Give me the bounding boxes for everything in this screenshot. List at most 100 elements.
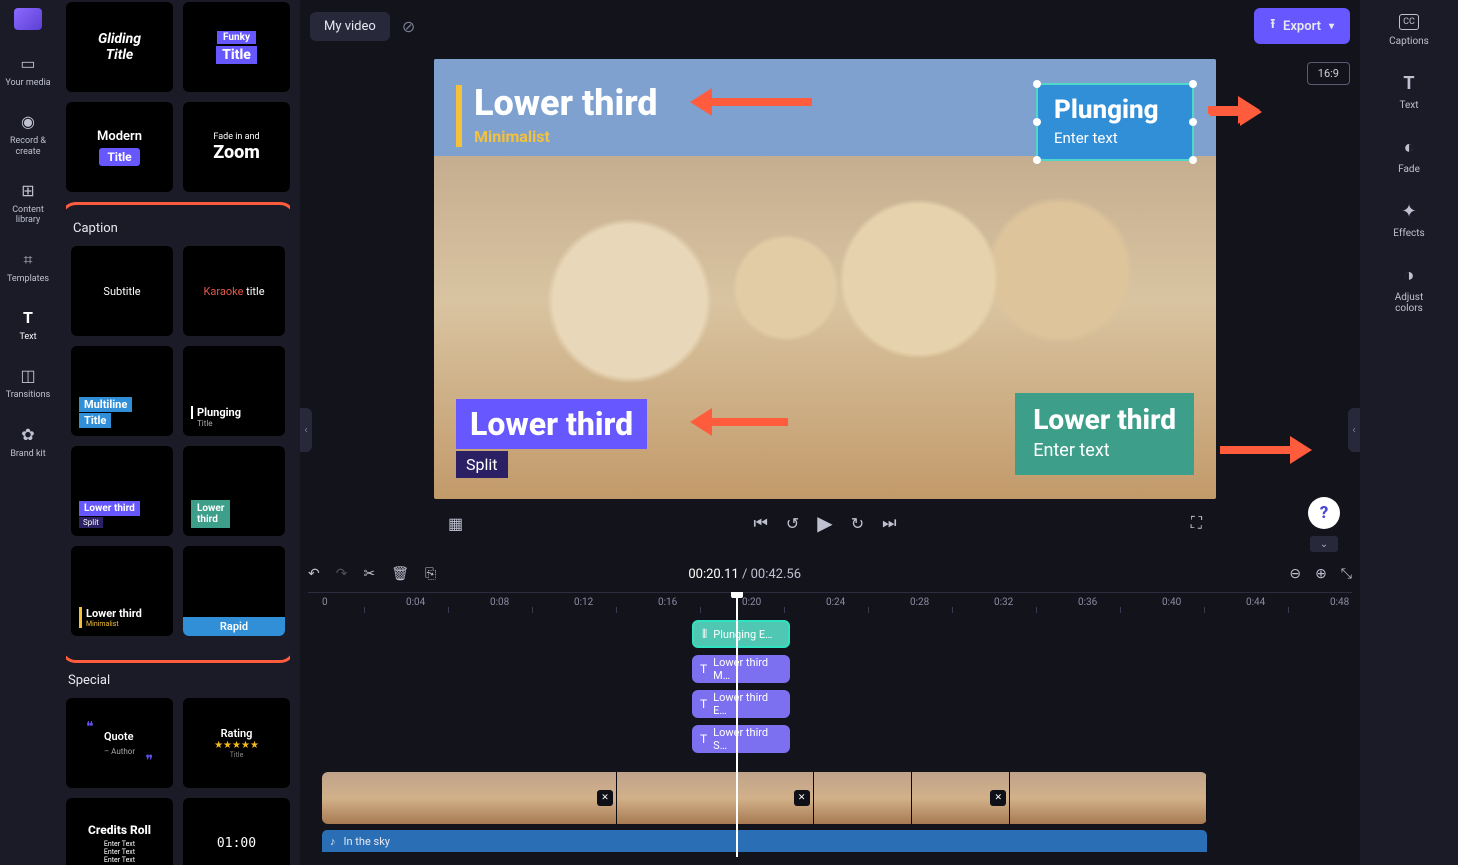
clip-label: Lower third S… bbox=[713, 726, 782, 752]
fit-timeline-icon[interactable]: ⤡ bbox=[1341, 566, 1352, 582]
rail-brand-kit[interactable]: ✿Brand kit bbox=[8, 421, 47, 463]
redo-icon[interactable]: ↷ bbox=[336, 566, 348, 582]
playhead[interactable] bbox=[736, 592, 738, 857]
timeline-clip-clip-lt-m[interactable]: TLower third M… bbox=[692, 655, 790, 683]
rrail-label: Fade bbox=[1398, 164, 1420, 175]
clip-label: Lower third E… bbox=[713, 691, 782, 717]
cut-marker-icon: ✕ bbox=[990, 790, 1006, 806]
forward-5-icon[interactable]: ↻ bbox=[851, 514, 864, 533]
skip-start-icon[interactable]: ⏮ bbox=[753, 513, 767, 533]
audio-track[interactable]: ♪ In the sky bbox=[322, 830, 1207, 852]
annotation-arrow bbox=[1220, 436, 1312, 464]
audio-clip-label: In the sky bbox=[344, 835, 390, 848]
duplicate-icon[interactable]: ⎘ bbox=[425, 566, 436, 582]
timeline-toolbar: ↶ ↷ ✂ 🗑 ⎘ 00:20.11 / 00:42.56 ⊖ ⊕ ⤡ bbox=[308, 556, 1352, 592]
overlay-lower-third-green[interactable]: Lower third Enter text bbox=[1015, 393, 1194, 475]
timeline-ruler[interactable]: 00:040:080:120:160:200:240:280:320:360:4… bbox=[308, 592, 1352, 614]
overlay-plunging-selected[interactable]: Plunging Enter text bbox=[1036, 83, 1194, 161]
collapse-preview-icon[interactable]: ⌄ bbox=[1310, 536, 1338, 552]
effects-icon: ✦ bbox=[1401, 201, 1416, 222]
app-logo-icon bbox=[14, 8, 42, 30]
collapse-panel-right-icon[interactable]: ‹ bbox=[1348, 408, 1360, 452]
tpl-credits[interactable]: Credits RollEnter TextEnter TextEnter Te… bbox=[66, 798, 173, 865]
skip-end-icon[interactable]: ⏭ bbox=[882, 513, 896, 533]
clip-label: Lower third M… bbox=[713, 656, 782, 682]
rrail-fade[interactable]: ◐ Fade bbox=[1398, 137, 1420, 175]
overlay-lower-third-split-sub[interactable]: Split bbox=[456, 451, 508, 478]
timeline[interactable]: 00:040:080:120:160:200:240:280:320:360:4… bbox=[308, 592, 1352, 857]
help-button[interactable]: ? bbox=[1308, 497, 1340, 529]
ruler-label: 0:36 bbox=[1078, 597, 1097, 608]
rrail-label: Text bbox=[1399, 100, 1418, 111]
tpl-lower-green[interactable]: Lowerthird bbox=[183, 446, 285, 536]
cloud-off-icon: ⊘ bbox=[402, 17, 415, 36]
overlay-lower-third-split-title[interactable]: Lower third bbox=[456, 399, 647, 449]
ruler-label: 0:04 bbox=[406, 597, 425, 608]
annotation-arrow bbox=[1208, 96, 1260, 124]
tpl-lower-split[interactable]: Lower thirdSplit bbox=[71, 446, 173, 536]
rail-transitions[interactable]: ◫Transitions bbox=[4, 362, 53, 404]
rail-your-media[interactable]: ▭Your media bbox=[3, 50, 52, 92]
zoom-out-icon[interactable]: ⊖ bbox=[1289, 566, 1301, 582]
templates-icon: ⌗ bbox=[18, 250, 38, 270]
timeline-clip-clip-plunging[interactable]: ⦀Plunging E… bbox=[692, 620, 790, 648]
upload-icon: ⭱ bbox=[1270, 15, 1275, 37]
tpl-subtitle[interactable]: Subtitle bbox=[71, 246, 173, 336]
overlay-lower-third-minimalist[interactable]: Lower thirdMinimalist bbox=[456, 85, 658, 147]
aspect-ratio-selector[interactable]: 16:9 bbox=[1307, 62, 1350, 85]
rail-label: Transitions bbox=[6, 390, 51, 400]
ruler-label: 0:08 bbox=[490, 597, 509, 608]
tpl-plunging[interactable]: PlungingTitle bbox=[183, 346, 285, 436]
tpl-multiline[interactable]: MultilineTitle bbox=[71, 346, 173, 436]
fade-icon: ◐ bbox=[1404, 137, 1415, 158]
rail-content-library[interactable]: ⊞Content library bbox=[10, 177, 46, 230]
play-icon[interactable]: ▶ bbox=[817, 511, 832, 535]
ruler-label: 0:20 bbox=[742, 597, 761, 608]
cut-marker-icon: ✕ bbox=[597, 790, 613, 806]
tpl-fade-zoom[interactable]: Fade in andZoom bbox=[183, 102, 290, 192]
top-bar: My video ⊘ ⭱ Export ▾ bbox=[300, 0, 1360, 52]
tpl-modern-title[interactable]: ModernTitle bbox=[66, 102, 173, 192]
rrail-text[interactable]: TText bbox=[1399, 73, 1418, 111]
editor-area: My video ⊘ ⭱ Export ▾ 16:9 Lower thirdMi… bbox=[300, 0, 1360, 865]
timeline-clip-clip-lt-e[interactable]: T Lower third E… bbox=[692, 690, 790, 718]
tpl-gliding-title[interactable]: GlidingTitle bbox=[66, 2, 173, 92]
video-preview[interactable]: Lower thirdMinimalist Plunging Enter tex… bbox=[434, 59, 1216, 499]
delete-icon[interactable]: 🗑 bbox=[391, 566, 409, 582]
rrail-effects[interactable]: ✦Effects bbox=[1393, 201, 1424, 239]
tpl-funky-title[interactable]: FunkyTitle bbox=[183, 2, 290, 92]
timeline-clip-clip-lt-s[interactable]: T Lower third S… bbox=[692, 725, 790, 753]
ruler-label: 0:12 bbox=[574, 597, 593, 608]
annotation-arrow bbox=[690, 408, 788, 436]
tpl-countdown[interactable]: 01:00 bbox=[183, 798, 290, 865]
rewind-5-icon[interactable]: ↺ bbox=[786, 514, 799, 533]
rail-templates[interactable]: ⌗ Templates bbox=[5, 246, 51, 288]
split-icon[interactable]: ✂ bbox=[363, 566, 375, 582]
caption-section-header: Caption bbox=[73, 221, 285, 236]
rail-record-create[interactable]: ◉Record & create bbox=[8, 108, 48, 161]
ruler-label: 0:48 bbox=[1330, 597, 1349, 608]
text-icon: T bbox=[700, 697, 707, 711]
text-icon: T bbox=[18, 308, 38, 328]
text-icon: T bbox=[700, 732, 707, 746]
rail-label: Text bbox=[19, 332, 36, 342]
rail-label: Templates bbox=[7, 274, 49, 284]
zoom-in-icon[interactable]: ⊕ bbox=[1315, 566, 1327, 582]
clip-label: Plunging E… bbox=[713, 628, 772, 641]
project-title[interactable]: My video bbox=[310, 12, 390, 41]
export-button[interactable]: ⭱ Export ▾ bbox=[1254, 8, 1350, 44]
rrail-captions[interactable]: CCCaptions bbox=[1389, 14, 1429, 47]
safe-zone-icon[interactable]: ▦ bbox=[448, 514, 463, 533]
fullscreen-icon[interactable]: ⛶ bbox=[1191, 513, 1202, 533]
video-track[interactable]: ✕ ✕ ✕ bbox=[322, 772, 1207, 824]
tpl-rapid[interactable]: Rapid bbox=[183, 546, 285, 636]
rrail-adjust-colors[interactable]: ◑Adjust colors bbox=[1395, 265, 1424, 314]
tpl-karaoke[interactable]: Karaoke title bbox=[183, 246, 285, 336]
caption-section-highlight: Caption Subtitle Karaoke title Multiline… bbox=[66, 202, 290, 663]
tpl-quote[interactable]: ❝Quote– Author❞ bbox=[66, 698, 173, 788]
tpl-rating[interactable]: Rating★★★★★Title bbox=[183, 698, 290, 788]
undo-icon[interactable]: ↶ bbox=[308, 566, 320, 582]
rail-text[interactable]: T Text bbox=[16, 304, 40, 346]
tpl-lower-min[interactable]: Lower thirdMinimalist bbox=[71, 546, 173, 636]
rrail-label: Captions bbox=[1389, 36, 1429, 47]
